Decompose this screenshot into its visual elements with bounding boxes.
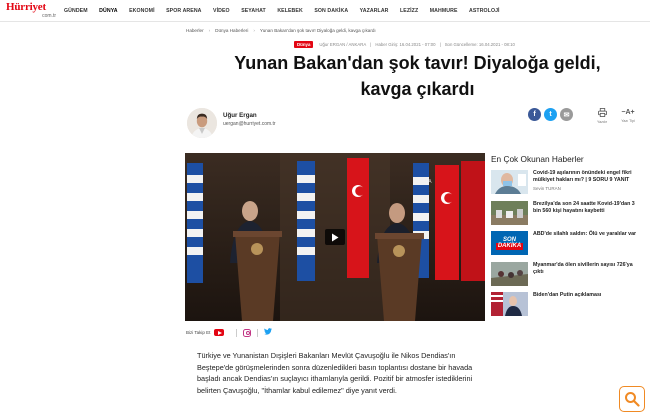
font-size-icon: −A+ xyxy=(621,109,635,116)
chevron-right-icon: › xyxy=(208,28,211,33)
most-read-title: En Çok Okunan Haberler xyxy=(491,154,584,164)
most-read-list: Covid-19 aşılarının önündeki engel fikri… xyxy=(491,170,641,323)
breadcrumb-section[interactable]: Dünya Haberleri xyxy=(215,28,248,33)
article-title: Yunan Bakan'dan şok tavır! Diyaloğa geld… xyxy=(234,53,601,99)
published-date: Haber Giriş: 16.04.2021 - 07:00 xyxy=(375,42,436,47)
nav-item[interactable]: VİDEO xyxy=(213,8,230,14)
facebook-share-button[interactable]: f xyxy=(528,108,541,121)
zoom-icon xyxy=(625,392,640,407)
follow-label: Bizi Takip Et xyxy=(186,330,211,335)
divider xyxy=(257,328,259,337)
news-thumbnail xyxy=(491,261,528,286)
most-read-item[interactable]: Biden'dan Putin açıklaması xyxy=(491,292,641,317)
twitter-share-button[interactable]: t xyxy=(544,108,557,121)
most-read-item[interactable]: Myanmar'da ölen sivillerin sayısı 726'ya… xyxy=(491,261,641,286)
printer-icon xyxy=(591,108,613,119)
breadcrumb: Haberler › Dünya Haberleri › Yunan Bakan… xyxy=(186,28,376,33)
nav-item[interactable]: MAHMURE xyxy=(430,8,458,14)
nav-item[interactable]: SPOR ARENA xyxy=(166,8,201,14)
news-headline: Covid-19 aşılarının önündeki engel fikri… xyxy=(533,170,632,184)
zoom-tool-button[interactable] xyxy=(619,386,645,412)
facebook-icon: f xyxy=(533,111,536,118)
play-button[interactable] xyxy=(325,229,345,245)
author-name[interactable]: Uğur Ergan xyxy=(223,112,257,119)
news-headline: ABD'de silahlı saldırı: Ölü ve yaralılar… xyxy=(533,231,637,238)
category-badge[interactable]: Dünya xyxy=(294,41,314,48)
nav-item[interactable]: EKONOMİ xyxy=(129,8,155,14)
article-body: Türkiye ve Yunanistan Dışişleri Bakanlar… xyxy=(197,351,473,395)
youtube-icon[interactable] xyxy=(214,329,225,336)
instagram-icon[interactable] xyxy=(243,328,252,337)
breadcrumb-current: Yunan Bakan'dan şok tavır! Diyaloğa geld… xyxy=(259,28,376,33)
news-headline: Brezilya'da son 24 saatte Kovid-19'dan 3… xyxy=(533,200,635,214)
article-source: Uğur ERGAN / ANKARA xyxy=(319,42,367,47)
mail-icon: ✉ xyxy=(563,111,570,119)
print-button[interactable]: Yazdır xyxy=(591,108,613,124)
share-buttons: f t ✉ xyxy=(528,108,576,121)
news-headline: Biden'dan Putin açıklaması xyxy=(533,292,602,299)
news-thumbnail xyxy=(491,170,528,194)
most-read-item[interactable]: Covid-19 aşılarının önündeki engel fikri… xyxy=(491,170,641,194)
logo-domain: com.tr xyxy=(42,12,56,19)
font-size-label: Yazı Tipi xyxy=(621,119,635,123)
news-headline: Myanmar'da ölen sivillerin sayısı 726'ya… xyxy=(533,261,633,276)
nav-item[interactable]: ASTROLOJİ xyxy=(469,8,500,14)
news-author: Sevin TURAN xyxy=(533,185,561,191)
nav-item[interactable]: GÜNDEM xyxy=(64,8,88,14)
author-email[interactable]: uergan@hurriyet.com.tr xyxy=(223,121,276,127)
breadcrumb-home[interactable]: Haberler xyxy=(186,28,204,33)
nav-item[interactable]: SEYAHAT xyxy=(241,8,266,14)
twitter-icon: t xyxy=(549,111,552,118)
most-read-item[interactable]: SON DAKİKA ABD'de silahlı saldırı: Ölü v… xyxy=(491,231,641,256)
nav-item[interactable]: YAZARLAR xyxy=(360,8,389,14)
site-logo[interactable]: Hürriyet com.tr xyxy=(6,0,56,20)
nav-item[interactable]: LEZİZZ xyxy=(400,8,418,14)
news-thumbnail xyxy=(491,292,528,317)
nav-item[interactable]: DÜNYA xyxy=(99,8,117,14)
most-read-item[interactable]: Brezilya'da son 24 saatte Kovid-19'dan 3… xyxy=(491,200,641,225)
article-meta: Dünya Uğur ERGAN / ANKARA | Haber Giriş:… xyxy=(294,41,515,48)
play-icon xyxy=(332,233,339,241)
twitter-icon[interactable] xyxy=(264,328,273,337)
nav-item[interactable]: KELEBEK xyxy=(277,8,303,14)
top-navigation: Hürriyet com.tr GÜNDEM DÜNYA EKONOMİ SPOR A… xyxy=(0,0,650,22)
breaking-news-badge: SON DAKİKA xyxy=(491,231,528,256)
updated-date: Son Güncelleme: 16.04.2021 - 08:10 xyxy=(444,42,515,47)
print-label: Yazdır xyxy=(596,120,608,124)
divider xyxy=(236,328,238,337)
font-size-button[interactable]: −A+ Yazı Tipi xyxy=(617,108,639,123)
video-player[interactable]: DHA xyxy=(185,153,485,321)
nav-menu: GÜNDEM DÜNYA EKONOMİ SPOR ARENA VİDEO SEYAHAT… xyxy=(64,8,511,14)
logo-brand: Hürriyet xyxy=(6,0,46,13)
nav-item[interactable]: SON DAKİKA xyxy=(314,8,348,14)
author-avatar[interactable] xyxy=(187,108,217,138)
news-thumbnail xyxy=(491,200,528,225)
mail-share-button[interactable]: ✉ xyxy=(560,108,573,121)
chevron-right-icon: › xyxy=(253,28,255,33)
follow-us-bar: Bizi Takip Et xyxy=(186,328,273,337)
svg-text:DHA: DHA xyxy=(421,179,432,185)
